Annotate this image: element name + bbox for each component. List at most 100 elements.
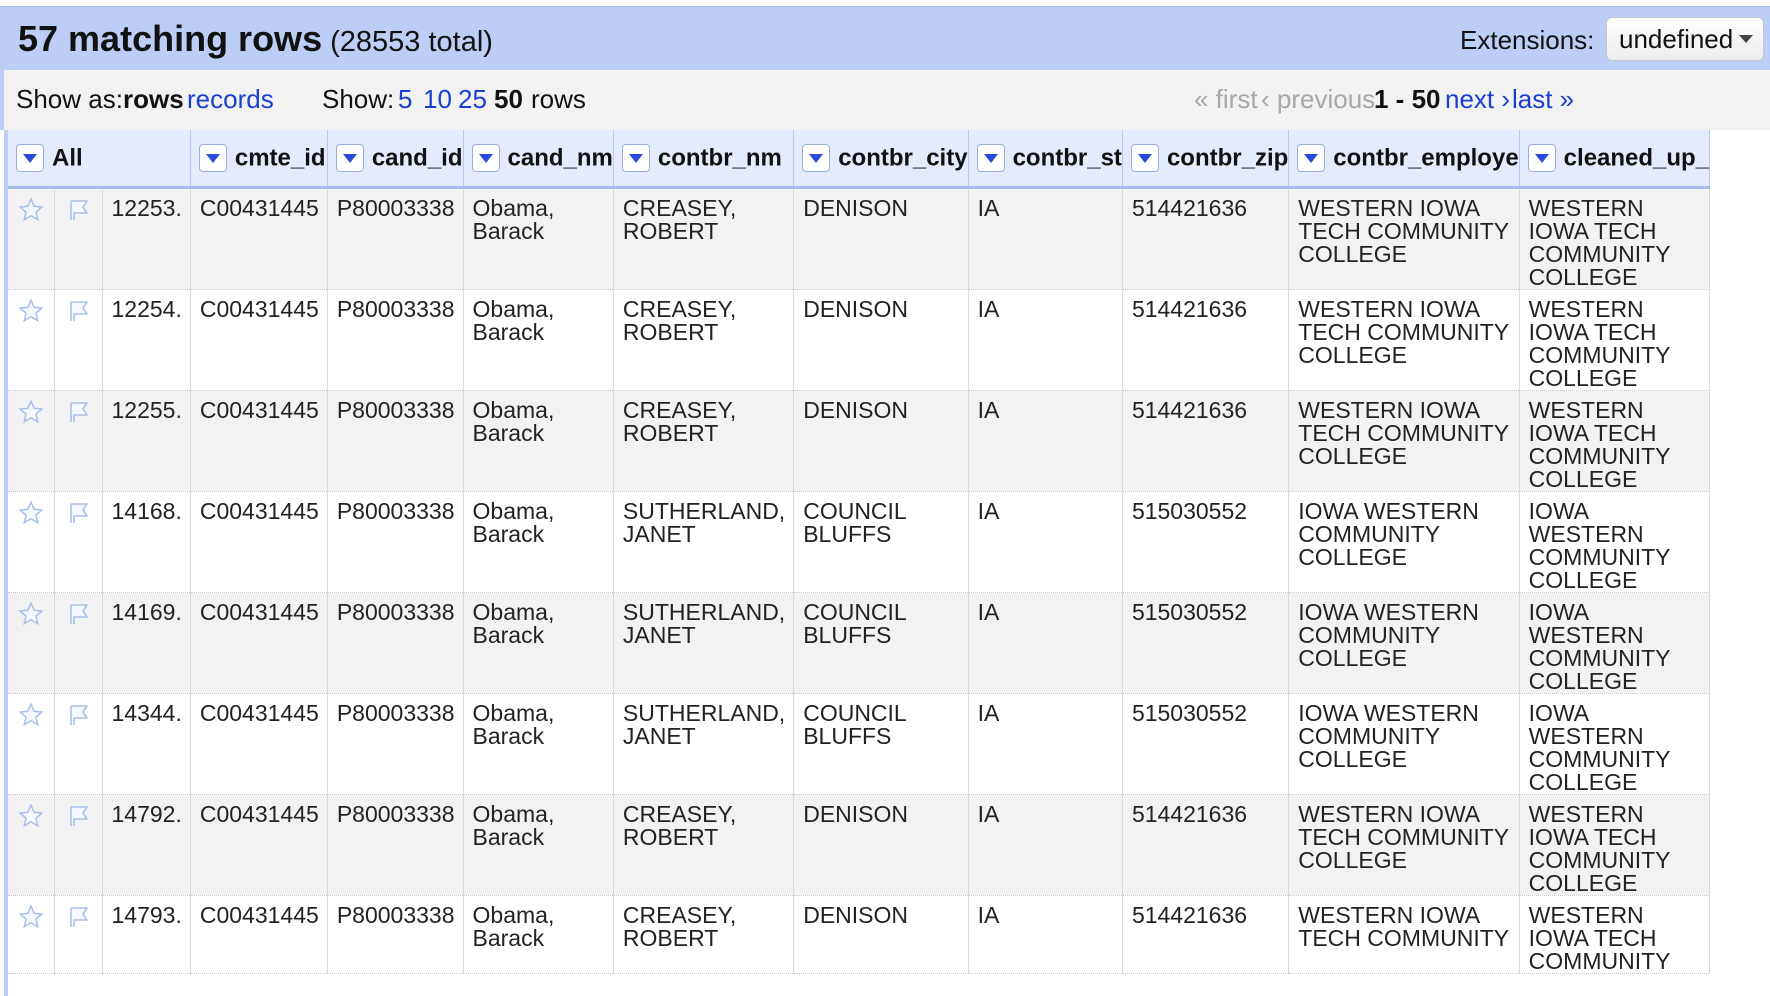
chevron-down-icon[interactable] bbox=[335, 144, 364, 173]
first-page-link[interactable]: « first bbox=[1194, 84, 1258, 115]
star-icon[interactable] bbox=[18, 298, 44, 328]
cell-cleaned-up[interactable]: WESTERN IOWA TECH COMMUNITY bbox=[1519, 895, 1711, 974]
cell-cand-nm[interactable]: Obama, Barack bbox=[463, 895, 614, 974]
last-page-link[interactable]: last » bbox=[1512, 84, 1574, 115]
column-header-cand-id[interactable]: cand_id bbox=[327, 130, 464, 189]
cell-contbr-zip[interactable]: 514421636 bbox=[1122, 895, 1290, 974]
cell-contbr-employer[interactable]: IOWA WESTERN COMMUNITY COLLEGE bbox=[1288, 592, 1520, 694]
flag-icon[interactable] bbox=[65, 298, 93, 328]
star-icon[interactable] bbox=[18, 702, 44, 732]
page-size-5-link[interactable]: 5 bbox=[398, 84, 412, 115]
cell-contbr-st[interactable]: IA bbox=[968, 693, 1123, 795]
flag-icon[interactable] bbox=[65, 904, 93, 934]
column-header-all[interactable]: All bbox=[8, 130, 191, 189]
flag-icon[interactable] bbox=[65, 399, 93, 429]
chevron-down-icon[interactable] bbox=[1527, 144, 1556, 173]
cell-contbr-employer[interactable]: WESTERN IOWA TECH COMMUNITY COLLEGE bbox=[1288, 390, 1520, 492]
cell-contbr-st[interactable]: IA bbox=[968, 289, 1123, 391]
cell-contbr-nm[interactable]: CREASEY, ROBERT bbox=[613, 895, 795, 974]
cell-cand-nm[interactable]: Obama, Barack bbox=[463, 693, 614, 795]
cell-contbr-employer[interactable]: IOWA WESTERN COMMUNITY COLLEGE bbox=[1288, 491, 1520, 593]
page-size-25-link[interactable]: 25 bbox=[458, 84, 487, 115]
page-size-10-link[interactable]: 10 bbox=[423, 84, 452, 115]
column-header-cmte-id[interactable]: cmte_id bbox=[190, 130, 328, 189]
chevron-down-icon[interactable] bbox=[471, 144, 500, 173]
flag-icon[interactable] bbox=[65, 197, 93, 227]
cell-cand-id[interactable]: P80003338 bbox=[327, 491, 464, 593]
cell-cand-id[interactable]: P80003338 bbox=[327, 187, 464, 290]
chevron-down-icon[interactable] bbox=[198, 144, 227, 173]
cell-contbr-employer[interactable]: WESTERN IOWA TECH COMMUNITY COLLEGE bbox=[1288, 794, 1520, 896]
cell-cmte-id[interactable]: C00431445 bbox=[190, 390, 328, 492]
cell-contbr-zip[interactable]: 514421636 bbox=[1122, 794, 1290, 896]
cell-contbr-employer[interactable]: IOWA WESTERN COMMUNITY COLLEGE bbox=[1288, 693, 1520, 795]
cell-cand-id[interactable]: P80003338 bbox=[327, 289, 464, 391]
flag-icon[interactable] bbox=[65, 601, 93, 631]
chevron-down-icon[interactable] bbox=[1130, 144, 1159, 173]
cell-cleaned-up[interactable]: IOWA WESTERN COMMUNITY COLLEGE bbox=[1519, 592, 1711, 694]
cell-cand-nm[interactable]: Obama, Barack bbox=[463, 491, 614, 593]
star-icon[interactable] bbox=[18, 803, 44, 833]
star-icon[interactable] bbox=[18, 601, 44, 631]
cell-contbr-st[interactable]: IA bbox=[968, 491, 1123, 593]
cell-cmte-id[interactable]: C00431445 bbox=[190, 187, 328, 290]
cell-contbr-city[interactable]: COUNCIL BLUFFS bbox=[793, 592, 969, 694]
cell-contbr-nm[interactable]: SUTHERLAND, JANET bbox=[613, 491, 795, 593]
cell-cleaned-up[interactable]: WESTERN IOWA TECH COMMUNITY COLLEGE bbox=[1519, 794, 1711, 896]
cell-contbr-city[interactable]: DENISON bbox=[793, 794, 969, 896]
cell-contbr-zip[interactable]: 514421636 bbox=[1122, 187, 1290, 290]
cell-cleaned-up[interactable]: WESTERN IOWA TECH COMMUNITY COLLEGE bbox=[1519, 390, 1711, 492]
column-header-contbr-zip[interactable]: contbr_zip bbox=[1122, 130, 1290, 189]
cell-cand-nm[interactable]: Obama, Barack bbox=[463, 794, 614, 896]
previous-page-link[interactable]: ‹ previous bbox=[1261, 84, 1375, 115]
cell-cleaned-up[interactable]: IOWA WESTERN COMMUNITY COLLEGE bbox=[1519, 693, 1711, 795]
cell-contbr-city[interactable]: DENISON bbox=[793, 187, 969, 290]
cell-cand-nm[interactable]: Obama, Barack bbox=[463, 390, 614, 492]
flag-icon[interactable] bbox=[65, 702, 93, 732]
cell-contbr-city[interactable]: DENISON bbox=[793, 289, 969, 391]
cell-cleaned-up[interactable]: IOWA WESTERN COMMUNITY COLLEGE bbox=[1519, 491, 1711, 593]
cell-cmte-id[interactable]: C00431445 bbox=[190, 693, 328, 795]
flag-icon[interactable] bbox=[65, 500, 93, 530]
cell-contbr-nm[interactable]: CREASEY, ROBERT bbox=[613, 187, 795, 290]
column-header-contbr-employer[interactable]: contbr_employe bbox=[1288, 130, 1520, 189]
cell-contbr-st[interactable]: IA bbox=[968, 592, 1123, 694]
cell-cmte-id[interactable]: C00431445 bbox=[190, 794, 328, 896]
cell-contbr-nm[interactable]: CREASEY, ROBERT bbox=[613, 289, 795, 391]
cell-cand-id[interactable]: P80003338 bbox=[327, 592, 464, 694]
cell-contbr-city[interactable]: DENISON bbox=[793, 895, 969, 974]
cell-contbr-nm[interactable]: CREASEY, ROBERT bbox=[613, 390, 795, 492]
cell-cmte-id[interactable]: C00431445 bbox=[190, 491, 328, 593]
cell-cand-id[interactable]: P80003338 bbox=[327, 895, 464, 974]
cell-cand-nm[interactable]: Obama, Barack bbox=[463, 187, 614, 290]
next-page-link[interactable]: next › bbox=[1445, 84, 1510, 115]
cell-cleaned-up[interactable]: WESTERN IOWA TECH COMMUNITY COLLEGE bbox=[1519, 187, 1711, 290]
column-header-cleaned-up[interactable]: cleaned_up_ bbox=[1519, 130, 1711, 189]
cell-contbr-nm[interactable]: SUTHERLAND, JANET bbox=[613, 693, 795, 795]
extensions-dropdown[interactable]: undefined bbox=[1606, 17, 1764, 61]
cell-contbr-zip[interactable]: 515030552 bbox=[1122, 491, 1290, 593]
chevron-down-icon[interactable] bbox=[1297, 144, 1326, 173]
cell-contbr-zip[interactable]: 514421636 bbox=[1122, 390, 1290, 492]
chevron-down-icon[interactable] bbox=[802, 144, 831, 173]
cell-cand-id[interactable]: P80003338 bbox=[327, 794, 464, 896]
column-header-contbr-nm[interactable]: contbr_nm bbox=[613, 130, 795, 189]
cell-contbr-nm[interactable]: SUTHERLAND, JANET bbox=[613, 592, 795, 694]
cell-contbr-employer[interactable]: WESTERN IOWA TECH COMMUNITY bbox=[1288, 895, 1520, 974]
cell-contbr-employer[interactable]: WESTERN IOWA TECH COMMUNITY COLLEGE bbox=[1288, 289, 1520, 391]
cell-cmte-id[interactable]: C00431445 bbox=[190, 895, 328, 974]
cell-contbr-city[interactable]: COUNCIL BLUFFS bbox=[793, 693, 969, 795]
cell-cmte-id[interactable]: C00431445 bbox=[190, 592, 328, 694]
cell-contbr-zip[interactable]: 515030552 bbox=[1122, 592, 1290, 694]
cell-cand-id[interactable]: P80003338 bbox=[327, 390, 464, 492]
column-header-contbr-st[interactable]: contbr_st bbox=[968, 130, 1123, 189]
chevron-down-icon[interactable] bbox=[976, 144, 1005, 173]
cell-contbr-zip[interactable]: 514421636 bbox=[1122, 289, 1290, 391]
cell-contbr-nm[interactable]: CREASEY, ROBERT bbox=[613, 794, 795, 896]
cell-contbr-city[interactable]: COUNCIL BLUFFS bbox=[793, 491, 969, 593]
chevron-down-icon[interactable] bbox=[621, 144, 650, 173]
cell-contbr-st[interactable]: IA bbox=[968, 187, 1123, 290]
cell-cleaned-up[interactable]: WESTERN IOWA TECH COMMUNITY COLLEGE bbox=[1519, 289, 1711, 391]
flag-icon[interactable] bbox=[65, 803, 93, 833]
show-as-records-link[interactable]: records bbox=[187, 84, 274, 115]
